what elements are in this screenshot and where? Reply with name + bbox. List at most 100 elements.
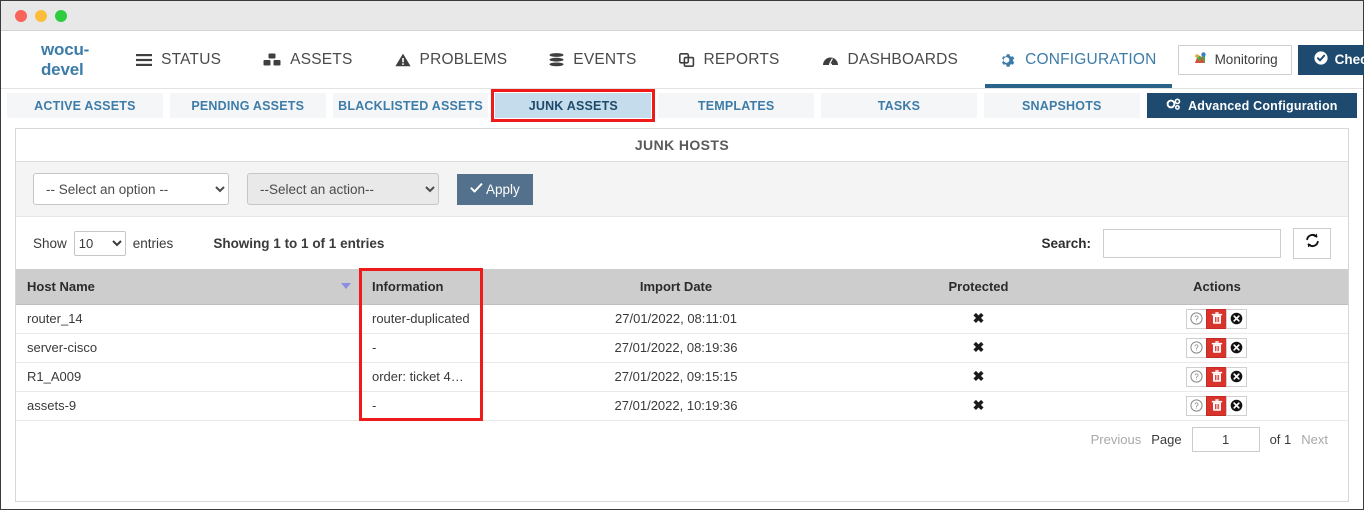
tab-blacklisted-assets[interactable]: BLACKLISTED ASSETS — [331, 92, 490, 119]
cell-host-name: server-cisco — [16, 333, 361, 363]
row-delete-button[interactable] — [1206, 366, 1227, 387]
nav-item-events[interactable]: EVENTS — [528, 31, 657, 88]
refresh-button[interactable] — [1293, 227, 1331, 259]
cell-information: order: ticket 45DF — [361, 362, 481, 392]
cubes-icon — [263, 53, 281, 67]
row-delete-button[interactable] — [1206, 308, 1227, 329]
check-button[interactable]: Check — [1297, 44, 1364, 75]
next-page-button[interactable]: Next — [1301, 432, 1328, 447]
nav-item-problems[interactable]: PROBLEMS — [374, 31, 529, 88]
nav-label: ASSETS — [290, 50, 353, 68]
not-protected-icon: ✖ — [972, 310, 985, 326]
cell-import-date: 27/01/2022, 08:11:01 — [481, 304, 871, 334]
tab-templates[interactable]: TEMPLATES — [657, 92, 816, 119]
nav-item-status[interactable]: STATUS — [115, 31, 242, 88]
cell-import-date: 27/01/2022, 08:19:36 — [481, 333, 871, 363]
navbar-right-actions: Monitoring Check — [1177, 31, 1364, 88]
row-delete-button[interactable] — [1206, 395, 1227, 416]
row-discard-button[interactable] — [1226, 366, 1247, 387]
column-header-actions[interactable]: Actions — [1086, 269, 1348, 305]
row-help-button[interactable]: ? — [1186, 308, 1207, 329]
trash-icon — [1211, 370, 1223, 383]
window-minimize-button[interactable] — [35, 9, 47, 22]
cell-protected: ✖ — [871, 391, 1086, 421]
cell-protected: ✖ — [871, 362, 1086, 392]
ban-icon — [1230, 370, 1243, 383]
column-header-import-date[interactable]: Import Date — [481, 269, 871, 305]
row-action-group: ? — [1097, 395, 1337, 416]
svg-text:?: ? — [1194, 373, 1199, 382]
monitoring-button[interactable]: Monitoring — [1177, 44, 1292, 75]
row-discard-button[interactable] — [1226, 337, 1247, 358]
row-delete-button[interactable] — [1206, 337, 1227, 358]
tab-snapshots[interactable]: SNAPSHOTS — [982, 92, 1141, 119]
cell-protected: ✖ — [871, 333, 1086, 363]
help-icon: ? — [1190, 399, 1203, 412]
gear-icon — [1000, 52, 1016, 68]
tab-pending-assets[interactable]: PENDING ASSETS — [168, 92, 327, 119]
svg-text:?: ? — [1194, 402, 1199, 411]
previous-page-button[interactable]: Previous — [1091, 432, 1142, 447]
cell-import-date: 27/01/2022, 10:19:36 — [481, 391, 871, 421]
entries-label: entries — [132, 235, 174, 251]
tab-label: JUNK ASSETS — [528, 98, 618, 113]
row-help-button[interactable]: ? — [1186, 395, 1207, 416]
apply-label: Apply — [486, 181, 520, 197]
gears-icon — [1166, 98, 1181, 114]
tab-label: PENDING ASSETS — [191, 98, 305, 113]
option-select[interactable]: -- Select an option -- — [33, 173, 229, 205]
nav-label: REPORTS — [703, 50, 780, 68]
column-header-information[interactable]: Information — [361, 269, 481, 305]
apply-button[interactable]: Apply — [457, 173, 533, 205]
tab-active-assets[interactable]: ACTIVE ASSETS — [6, 92, 164, 119]
nav-item-assets[interactable]: ASSETS — [242, 31, 373, 88]
brand-logo[interactable]: wocu-devel — [1, 31, 115, 88]
app-window: wocu-devel STATUS ASSETS PROBLEMS EVENTS — [0, 0, 1364, 510]
page-label: Page — [1151, 432, 1182, 447]
cell-protected: ✖ — [871, 304, 1086, 334]
junk-hosts-table: Host Name Information Import Date Protec… — [16, 269, 1348, 421]
tab-junk-assets[interactable]: JUNK ASSETS — [491, 89, 656, 122]
nav-item-dashboards[interactable]: DASHBOARDS — [801, 31, 980, 88]
row-action-group: ? — [1097, 366, 1337, 387]
tab-advanced-configuration[interactable]: Advanced Configuration — [1145, 92, 1359, 119]
page-length-select[interactable]: 10 — [73, 230, 126, 256]
gauge-icon — [822, 53, 839, 67]
refresh-icon — [1304, 232, 1321, 254]
nav-item-reports[interactable]: REPORTS — [658, 31, 801, 88]
check-label: Check — [1334, 52, 1364, 67]
column-label: Import Date — [639, 278, 713, 294]
junk-hosts-table-container: Host Name Information Import Date Protec… — [16, 268, 1348, 421]
row-discard-button[interactable] — [1226, 395, 1247, 416]
row-discard-button[interactable] — [1226, 308, 1247, 329]
column-header-host-name[interactable]: Host Name — [16, 269, 361, 305]
svg-text:?: ? — [1194, 315, 1199, 324]
search-input[interactable] — [1103, 228, 1281, 258]
trash-icon — [1211, 341, 1223, 354]
nav-item-configuration[interactable]: CONFIGURATION — [979, 31, 1177, 88]
search-label: Search: — [1041, 235, 1091, 251]
row-help-button[interactable]: ? — [1186, 366, 1207, 387]
window-close-button[interactable] — [15, 9, 27, 22]
tab-tasks[interactable]: TASKS — [820, 92, 978, 119]
cell-information: - — [361, 333, 481, 363]
row-help-button[interactable]: ? — [1186, 337, 1207, 358]
nav-label: PROBLEMS — [419, 50, 508, 68]
window-maximize-button[interactable] — [55, 9, 67, 22]
nav-label: EVENTS — [573, 50, 637, 68]
cell-information: router-duplicated — [361, 304, 481, 334]
help-icon: ? — [1190, 370, 1203, 383]
junk-hosts-panel: JUNK HOSTS -- Select an option -- --Sele… — [15, 128, 1349, 502]
table-body: router_14 router-duplicated 27/01/2022, 08… — [16, 304, 1348, 421]
action-select[interactable]: --Select an action-- — [247, 173, 439, 205]
database-icon — [549, 52, 564, 67]
column-header-protected[interactable]: Protected — [871, 269, 1086, 305]
copy-icon — [678, 52, 695, 67]
sub-navigation-tabs: ACTIVE ASSETS PENDING ASSETS BLACKLISTED… — [1, 89, 1363, 124]
table-row: assets-9-27/01/2022, 10:19:36 ✖? — [16, 391, 1348, 421]
list-icon — [136, 53, 153, 67]
not-protected-icon: ✖ — [972, 397, 985, 413]
page-number-input[interactable] — [1191, 427, 1260, 452]
cell-import-date: 27/01/2022, 09:15:15 — [481, 362, 871, 392]
cell-host-name: R1_A009 — [16, 362, 361, 392]
